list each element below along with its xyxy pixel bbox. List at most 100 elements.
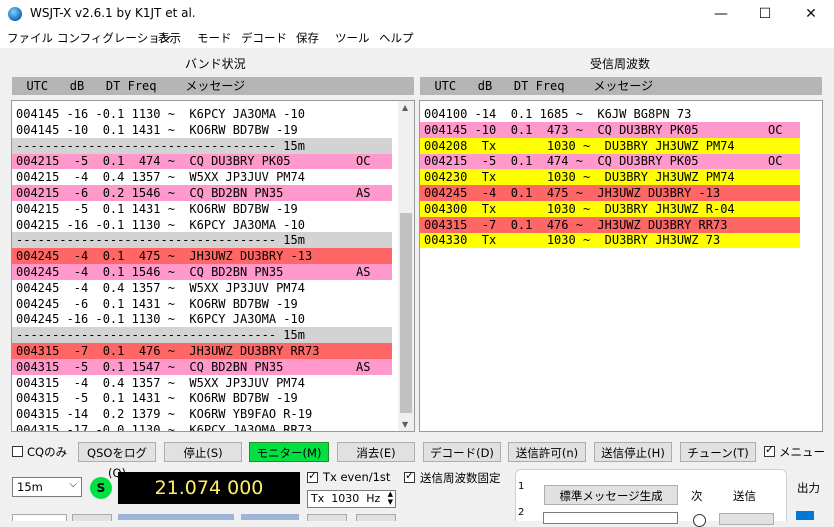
decode-row[interactable]: 004145 -10 0.1 1431 ~ KO6RW BD7BW -19 <box>12 122 392 138</box>
decode-row[interactable]: 004215 -5 0.1 1431 ~ KO6RW BD7BW -19 <box>12 201 392 217</box>
erase-button[interactable]: 消去(E) <box>337 442 415 462</box>
decode-row[interactable]: 004315 -4 0.4 1357 ~ W5XX JP3JUV PM74 <box>12 375 392 391</box>
spin-arrows-icon[interactable]: ▲ ▼ <box>388 490 393 506</box>
decode-row[interactable]: 004215 -4 0.4 1357 ~ W5XX JP3JUV PM74 <box>12 169 392 185</box>
tab-2[interactable]: 2 <box>518 507 524 518</box>
tune-button[interactable]: チューン(T) <box>680 442 756 462</box>
decode-text: 004315 -7 0.1 476 ~ JH3UWZ DU3BRY RR73 <box>424 217 728 232</box>
band-select[interactable]: 15m ⌵ <box>12 477 82 497</box>
decode-row[interactable]: 004245 -4 0.1 1546 ~ CQ BD2BN PN35 AS <box>12 264 392 280</box>
decode-text: 004215 -5 0.1 474 ~ CQ DU3BRY PK05 <box>16 154 291 169</box>
decode-row[interactable]: 004145 -16 -0.1 1130 ~ K6PCY JA3OMA -10 <box>12 106 392 122</box>
decode-text: 004100 -14 0.1 1685 ~ K6JW BG8PN 73 <box>424 107 692 121</box>
menus-checkbox[interactable] <box>764 443 775 457</box>
decode-text: 004208 Tx 1030 ~ DU3BRY JH3UWZ PM74 <box>424 138 735 153</box>
menu-mode[interactable]: モード <box>197 30 232 46</box>
tx1-send-button[interactable] <box>719 513 774 525</box>
band-separator-row[interactable]: ------------------------------------ 15m <box>12 137 392 154</box>
decode-row[interactable]: 004245 -16 -0.1 1130 ~ K6PCY JA3OMA -10 <box>12 311 392 327</box>
menu-tools[interactable]: ツール <box>335 30 370 46</box>
tab-1[interactable]: 1 <box>518 481 524 492</box>
tx1-next-radio[interactable] <box>693 514 706 527</box>
rx-frequency-list[interactable]: 004330 Tx 1030 ~ DU3BRY JH3UWZ 73 004315 … <box>419 100 823 432</box>
decode-text: 004300 Tx 1030 ~ DU3BRY JH3UWZ R-04 <box>424 201 735 216</box>
scroll-down-icon[interactable]: ▼ <box>402 420 408 429</box>
band-activity-title: バンド状況 <box>185 57 246 71</box>
tx1-message-input[interactable] <box>543 512 678 524</box>
output-label: 出力 <box>797 481 820 495</box>
dial-frequency-display: 21.074 000 <box>118 472 300 504</box>
decode-text: 004145 -10 0.1 473 ~ CQ DU3BRY PK05 <box>424 122 699 137</box>
menu-file[interactable]: ファイル <box>7 30 53 46</box>
decode-row[interactable]: 004215 -5 0.1 474 ~ CQ DU3BRY PK05 OC <box>420 153 800 170</box>
band-scrollbar-thumb[interactable] <box>400 213 412 413</box>
output-slider-handle[interactable] <box>796 511 814 520</box>
close-button[interactable]: ✕ <box>788 0 834 28</box>
band-column-header: UTC dB DT Freq メッセージ <box>12 77 414 95</box>
decode-row[interactable]: 004215 -5 0.1 474 ~ CQ DU3BRY PK05 OC <box>12 153 392 170</box>
decode-row[interactable]: 004315 -5 0.1 1431 ~ KO6RW BD7BW -19 <box>12 390 392 406</box>
hold-tx-freq-checkbox[interactable] <box>404 469 415 483</box>
menu-save[interactable]: 保存 <box>296 30 319 46</box>
decode-row[interactable]: 004100 -14 0.1 1685 ~ K6JW BG8PN 73 <box>420 106 800 122</box>
decode-row[interactable]: 004245 -6 0.1 1431 ~ KO6RW BD7BW -19 <box>12 296 392 312</box>
decode-text: 004215 -5 0.1 474 ~ CQ DU3BRY PK05 <box>424 154 699 169</box>
band-activity-list[interactable]: 004315 -17 -0.0 1130 ~ K6PCY JA3OMA RR73… <box>11 100 415 432</box>
decode-row[interactable]: 004300 Tx 1030 ~ DU3BRY JH3UWZ R-04 <box>420 200 800 217</box>
decode-row[interactable]: 004145 -10 0.1 473 ~ CQ DU3BRY PK05 OC <box>420 121 800 138</box>
decode-text: ------------------------------------ 15m <box>16 138 305 153</box>
monitor-button[interactable]: モニター(M) <box>249 442 329 462</box>
cq-only-checkbox[interactable] <box>12 446 23 457</box>
decode-row[interactable]: 004208 Tx 1030 ~ DU3BRY JH3UWZ PM74 <box>420 137 800 154</box>
continent-flag: AS <box>356 359 371 374</box>
decode-text: 004315 -17 -0.0 1130 ~ K6PCY JA3OMA RR73 <box>16 423 313 432</box>
decode-row[interactable]: 004245 -4 0.4 1357 ~ W5XX JP3JUV PM74 <box>12 280 392 296</box>
maximize-button[interactable]: ☐ <box>742 0 788 28</box>
status-badge: S <box>90 477 112 499</box>
cq-only-label: CQのみ <box>27 445 68 459</box>
tx-even-label: Tx even/1st <box>323 470 391 484</box>
decode-row[interactable]: 004245 -4 0.1 475 ~ JH3UWZ DU3BRY -13 <box>420 185 800 201</box>
next-label: 次 <box>691 489 703 503</box>
decode-text: 004245 -4 0.1 1546 ~ CQ BD2BN PN35 <box>16 265 284 279</box>
decode-row[interactable]: 004330 Tx 1030 ~ DU3BRY JH3UWZ 73 <box>420 232 800 249</box>
decode-row[interactable]: 004245 -4 0.1 475 ~ JH3UWZ DU3BRY -13 <box>12 248 392 265</box>
menu-help[interactable]: ヘルプ <box>379 30 414 46</box>
menu-configuration[interactable]: コンフィグレーション <box>57 30 171 46</box>
decode-button[interactable]: デコード(D) <box>423 442 501 462</box>
band-separator-row[interactable]: ------------------------------------ 15m <box>12 232 392 249</box>
continent-flag: AS <box>356 265 371 279</box>
decode-text: 004145 -10 0.1 1431 ~ KO6RW BD7BW -19 <box>16 122 298 137</box>
tx-even-checkbox[interactable] <box>307 469 318 483</box>
decode-row[interactable]: 004315 -7 0.1 476 ~ JH3UWZ DU3BRY RR73 <box>12 343 392 359</box>
halt-tx-button[interactable]: 送信停止(H) <box>594 442 672 462</box>
generate-std-messages-button[interactable]: 標準メッセージ生成 <box>544 485 678 505</box>
decode-text: 004245 -6 0.1 1431 ~ KO6RW BD7BW -19 <box>16 296 298 311</box>
enable-tx-button[interactable]: 送信許可(n) <box>508 442 586 462</box>
decode-row[interactable]: 004315 -17 -0.0 1130 ~ K6PCY JA3OMA RR73 <box>12 422 392 432</box>
decode-text: ------------------------------------ 15m <box>16 328 305 343</box>
decode-row[interactable]: 004315 -7 0.1 476 ~ JH3UWZ DU3BRY RR73 <box>420 216 800 233</box>
decode-text: 004145 -16 -0.1 1130 ~ K6PCY JA3OMA -10 <box>16 107 305 121</box>
decode-row[interactable]: 004215 -6 0.2 1546 ~ CQ BD2BN PN35 AS <box>12 185 392 201</box>
scroll-up-icon[interactable]: ▲ <box>402 103 408 112</box>
decode-row[interactable]: 004315 -5 0.1 1547 ~ CQ BD2BN PN35 AS <box>12 358 392 375</box>
band-separator-row[interactable]: ------------------------------------ 15m <box>12 327 392 344</box>
log-qso-button[interactable]: QSOをログ(Q) <box>78 442 156 480</box>
decode-row[interactable]: 004230 Tx 1030 ~ DU3BRY JH3UWZ PM74 <box>420 169 800 186</box>
stop-button[interactable]: 停止(S) <box>164 442 242 462</box>
tx-frequency-spinbox[interactable]: Tx 1030 Hz ▲ ▼ <box>307 490 396 508</box>
decode-text: 004245 -16 -0.1 1130 ~ K6PCY JA3OMA -10 <box>16 312 305 327</box>
rx-column-header: UTC dB DT Freq メッセージ <box>420 77 822 95</box>
continent-flag: OC <box>356 154 371 169</box>
menu-bar: ファイル コンフィグレーション 表示 モード デコード 保存 ツール ヘルプ <box>0 28 834 48</box>
chevron-down-icon: ⌵ <box>69 479 77 490</box>
menu-decode[interactable]: デコード <box>241 30 287 46</box>
band-select-value: 15m <box>17 480 43 494</box>
menu-view[interactable]: 表示 <box>158 30 181 46</box>
minimize-button[interactable]: — <box>698 0 744 28</box>
decode-row[interactable]: 004315 -14 0.2 1379 ~ KO6RW YB9FAO R-19 <box>12 406 392 422</box>
band-scrollbar[interactable]: ▲ ▼ <box>398 101 414 431</box>
continent-flag: OC <box>768 154 783 169</box>
decode-row[interactable]: 004215 -16 -0.1 1130 ~ K6PCY JA3OMA -10 <box>12 217 392 233</box>
